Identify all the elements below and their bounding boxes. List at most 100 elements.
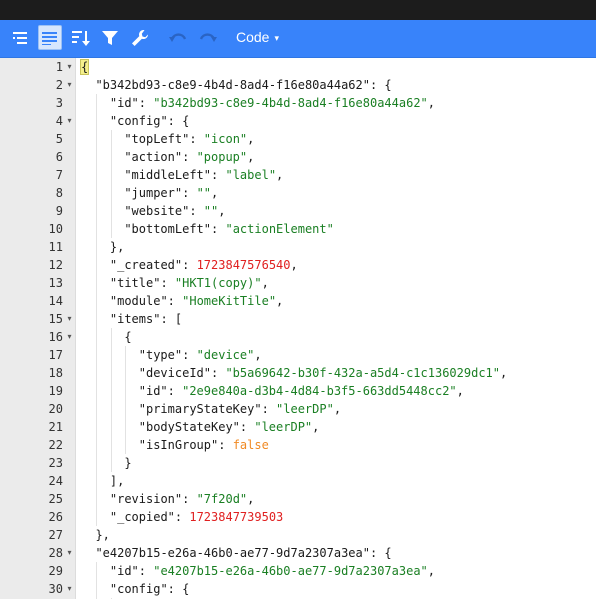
code-line[interactable]: 5 "topLeft": "icon", [0,130,596,148]
top-bar [0,0,596,20]
indent-guide [96,148,98,166]
code-line[interactable]: 24], [0,472,596,490]
code-line[interactable]: 1 ▾ { [0,58,596,76]
fold-toggle-icon[interactable]: ▾ [65,112,74,130]
json-string: "b342bd93-c8e9-4b4d-8ad4-f16e80a44a62" [153,96,428,110]
json-key: "topLeft" [124,132,190,146]
undo-button[interactable] [166,25,190,50]
json-string: "popup" [196,150,248,164]
code-text: "isInGroup": false [139,436,269,454]
json-string: "actionElement" [225,222,334,236]
code-text: "config": { [110,580,189,598]
line-number: 2 [55,78,63,92]
code-line[interactable]: 22 "isInGroup": false [0,436,596,454]
code-line[interactable]: 15 ▾ "items": [ [0,310,596,328]
code-line[interactable]: 2 ▾ "b342bd93-c8e9-4b4d-8ad4-f16e80a44a62"… [0,76,596,94]
code-content[interactable]: 1 ▾{2 ▾ "b342bd93-c8e9-4b4d-8ad4-f16e80a44a… [0,58,596,599]
format-json-button[interactable] [38,25,62,50]
indent-guide [96,310,98,328]
indent-guide [110,400,112,418]
code-line[interactable]: 3 "id": "b342bd93-c8e9-4b4d-8ad4-f16e80a4… [0,94,596,112]
json-punctuation: : { [167,114,190,128]
code-text: "primaryStateKey": "leerDP", [139,400,341,418]
indent-guide [110,220,112,238]
fold-toggle-icon[interactable]: ▾ [65,544,74,562]
json-punctuation: , [247,150,255,164]
json-string: "HomeKitTile" [182,294,277,308]
code-line[interactable]: 27}, [0,526,596,544]
line-number: 25 [48,492,63,506]
json-key: "_copied" [109,510,175,524]
indent-guide [96,400,98,418]
code-text: "items": [ [110,310,182,328]
code-line[interactable]: 9 "website": "", [0,202,596,220]
code-line[interactable]: 14 "module": "HomeKitTile", [0,292,596,310]
code-line[interactable]: 28 ▾ "e4207b15-e26a-46b0-ae77-9d7a2307a3ea… [0,544,596,562]
mode-dropdown[interactable]: Code ▾ [236,29,279,49]
fold-toggle-icon[interactable]: ▾ [65,76,74,94]
code-line[interactable]: 30 ▾ "config": { [0,580,596,598]
indent-guide [110,328,112,346]
json-punctuation: : [189,132,204,146]
json-punctuation: : { [369,546,392,560]
code-line[interactable]: 11}, [0,238,596,256]
format-json-icon [42,31,58,45]
json-punctuation: : [167,384,183,398]
code-line[interactable]: 4 ▾ "config": { [0,112,596,130]
json-punctuation: , [254,348,262,362]
repair-button[interactable] [128,25,152,50]
json-number: 1723847576540 [196,258,291,272]
code-line[interactable]: 17 "type": "device", [0,346,596,364]
json-punctuation: : [138,564,154,578]
code-editor[interactable]: 1 ▾{2 ▾ "b342bd93-c8e9-4b4d-8ad4-f16e80a44a… [0,58,596,599]
code-line[interactable]: 19 "id": "2e9e840a-d3b4-4d84-b3f5-663dd54… [0,382,596,400]
code-line[interactable]: 13 "title": "HKT1(copy)", [0,274,596,292]
filter-button[interactable] [98,25,122,50]
code-line[interactable]: 25 "revision": "7f20d", [0,490,596,508]
code-line[interactable]: 7 "middleLeft": "label", [0,166,596,184]
json-punctuation: : [ [160,312,183,326]
indent-guide [110,418,112,436]
line-number: 4 [55,114,63,128]
fold-toggle-icon[interactable]: ▾ [65,328,74,346]
json-string: "device" [196,348,255,362]
json-string: "label" [225,168,277,182]
code-line[interactable]: 12 "_created": 1723847576540, [0,256,596,274]
json-punctuation: : [211,168,226,182]
code-line[interactable]: 29 "id": "e4207b15-e26a-46b0-ae77-9d7a230… [0,562,596,580]
indent-guide [96,382,98,400]
indent-guide [110,436,112,454]
json-key: "middleLeft" [124,168,212,182]
code-line[interactable]: 18 "deviceId": "b5a69642-b30f-432a-a5d4-c… [0,364,596,382]
collapse-all-button[interactable] [9,25,33,50]
redo-icon [199,30,217,46]
json-punctuation: : [211,366,226,380]
code-line[interactable]: 16 ▾ { [0,328,596,346]
json-punctuation: , [427,564,436,578]
fold-toggle-icon[interactable]: ▾ [65,310,74,328]
sort-button[interactable] [69,25,93,50]
json-key: "title" [109,276,161,290]
code-text: "id": "b342bd93-c8e9-4b4d-8ad4-f16e80a44… [110,94,435,112]
code-line[interactable]: 20 "primaryStateKey": "leerDP", [0,400,596,418]
line-number: 1 [55,60,63,74]
code-line[interactable]: 21 "bodyStateKey": "leerDP", [0,418,596,436]
line-number: 14 [48,294,63,308]
fold-toggle-icon[interactable]: ▾ [65,58,74,76]
redo-button[interactable] [196,25,220,50]
line-number: 7 [55,168,63,182]
code-line[interactable]: 8 "jumper": "", [0,184,596,202]
fold-toggle-icon[interactable]: ▾ [65,580,74,598]
indent-guide [96,562,98,580]
json-punctuation: : [160,276,175,290]
json-punctuation: , [290,258,298,272]
code-line[interactable]: 10 "bottomLeft": "actionElement" [0,220,596,238]
indent-guide [96,454,98,472]
line-number: 20 [48,402,63,416]
json-key: "bodyStateKey" [138,420,240,434]
code-line[interactable]: 6 "action": "popup", [0,148,596,166]
code-line[interactable]: 23} [0,454,596,472]
json-punctuation: : [218,438,233,452]
code-line[interactable]: 26 "_copied": 1723847739503 [0,508,596,526]
json-key: "type" [138,348,183,362]
